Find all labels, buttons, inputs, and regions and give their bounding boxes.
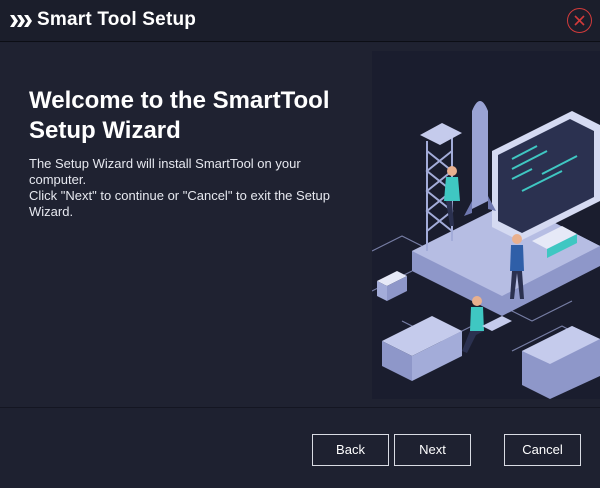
description-line-instructions: Click "Next" to continue or "Cancel" to … xyxy=(29,188,330,219)
back-button[interactable]: Back xyxy=(312,434,389,466)
setup-illustration xyxy=(372,51,600,399)
wizard-footer: Back Next Cancel xyxy=(0,408,600,488)
window-title: Smart Tool Setup xyxy=(37,9,197,30)
app-logo-icon xyxy=(10,15,32,27)
welcome-heading: Welcome to the SmartTool Setup Wizard xyxy=(29,87,330,144)
title-bar: Smart Tool Setup xyxy=(0,0,600,42)
isometric-illustration-image xyxy=(372,101,600,399)
close-icon xyxy=(573,14,585,26)
wizard-content: Welcome to the SmartTool Setup Wizard Th… xyxy=(0,43,600,407)
close-button[interactable] xyxy=(567,8,592,33)
description-line-install: The Setup Wizard will install SmartTool … xyxy=(29,156,301,187)
wizard-description: The Setup Wizard will install SmartTool … xyxy=(29,156,359,220)
cancel-button[interactable]: Cancel xyxy=(504,434,581,466)
next-button[interactable]: Next xyxy=(394,434,471,466)
